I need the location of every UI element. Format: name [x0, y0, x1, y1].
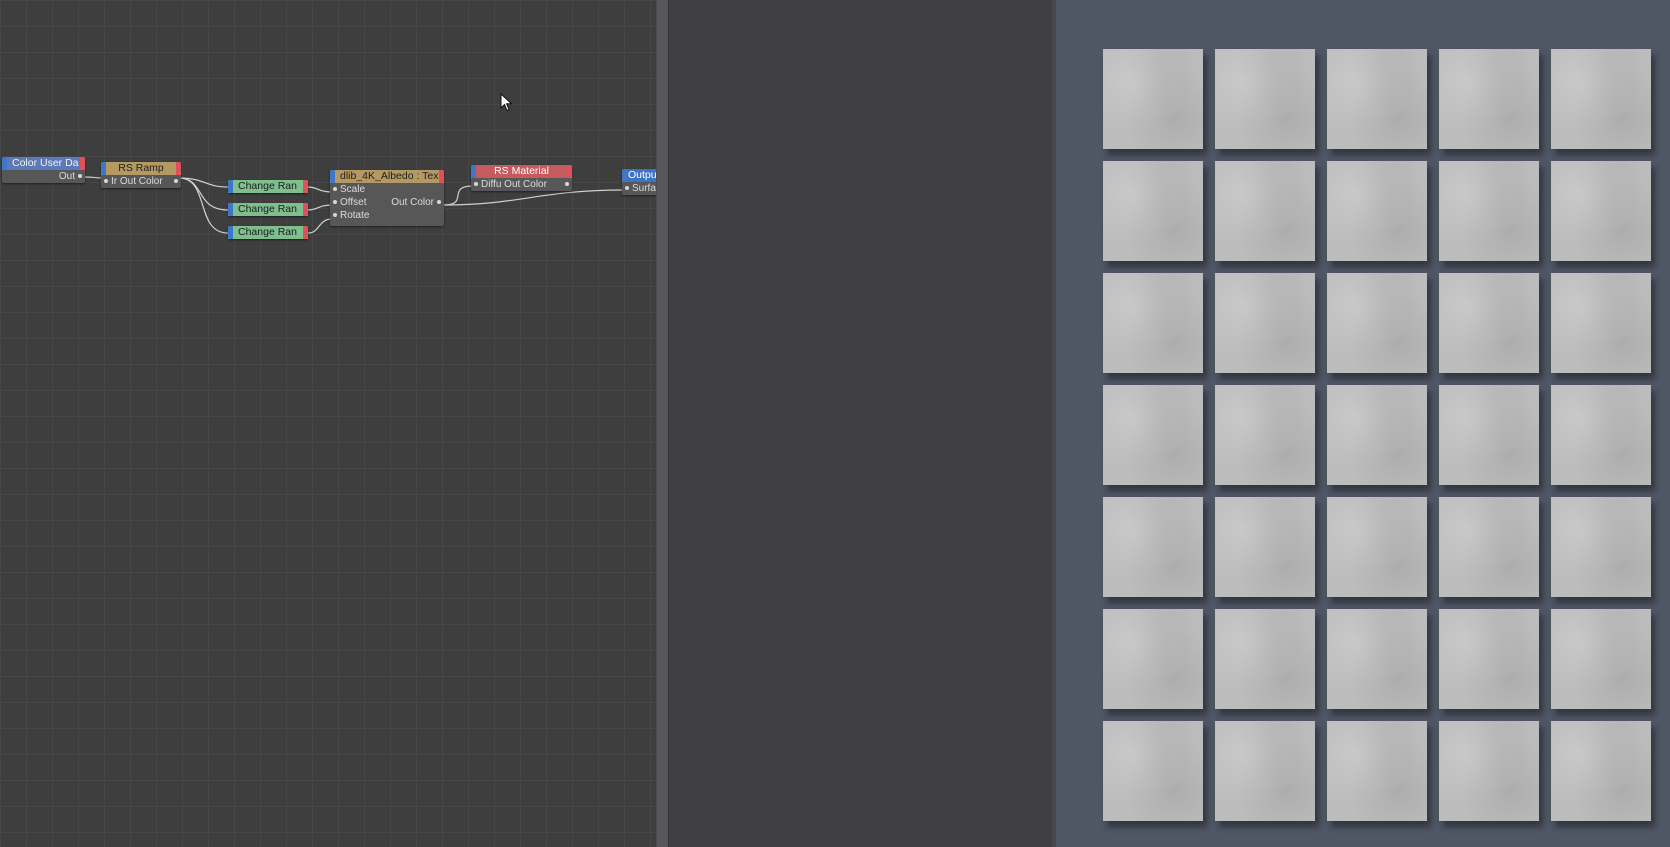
color-user-data-node[interactable]: Color User Da Out — [2, 157, 85, 183]
wire-change-2-to-offset — [307, 204, 333, 211]
output-port[interactable] — [565, 182, 569, 186]
wire-ramp-to-change-2 — [178, 177, 229, 211]
input-port[interactable] — [625, 186, 629, 190]
texture-tile — [1439, 273, 1539, 373]
texture-tile — [1439, 161, 1539, 261]
input-port[interactable] — [474, 182, 478, 186]
texture-tile — [1215, 49, 1315, 149]
node-title: Change Ran — [228, 180, 308, 193]
port-label: Ir Out Color — [111, 176, 163, 187]
input-port-scale[interactable] — [333, 187, 337, 191]
node-title: dlib_4K_Albedo : Tex — [330, 170, 444, 183]
output-label: Out Color — [391, 197, 434, 208]
texture-tile — [1103, 609, 1203, 709]
node-editor[interactable]: Color User Da Out RS Ramp Ir Out Color C… — [0, 0, 656, 847]
port-label: Surfa — [632, 183, 656, 194]
texture-tile — [1551, 721, 1651, 821]
render-viewport[interactable] — [1056, 0, 1670, 847]
texture-tile — [1327, 609, 1427, 709]
texture-tile — [1327, 273, 1427, 373]
texture-tile — [1439, 497, 1539, 597]
input-label-rotate: Rotate — [340, 210, 370, 221]
panel-splitter[interactable] — [656, 0, 669, 847]
input-port-offset[interactable] — [333, 200, 337, 204]
rs-material-node[interactable]: RS Material Diffu Out Color — [471, 165, 572, 191]
texture-tile — [1327, 721, 1427, 821]
texture-tile — [1103, 385, 1203, 485]
texture-node[interactable]: dlib_4K_Albedo : Tex Scale Offset Out Co… — [330, 170, 444, 226]
texture-tile — [1439, 609, 1539, 709]
output-port-label: Out — [58, 171, 75, 182]
texture-tile — [1327, 385, 1427, 485]
texture-tile — [1439, 385, 1539, 485]
input-port-rotate[interactable] — [333, 213, 337, 217]
input-label-scale: Scale — [340, 184, 366, 195]
texture-tile — [1551, 161, 1651, 261]
attribute-panel — [669, 0, 1052, 847]
node-title: RS Material — [471, 165, 572, 178]
port-label: Diffu Out Color — [481, 179, 547, 190]
texture-tile — [1551, 497, 1651, 597]
texture-tile — [1215, 273, 1315, 373]
texture-tile — [1103, 497, 1203, 597]
change-range-node-3[interactable]: Change Ran — [228, 226, 308, 239]
input-port[interactable] — [104, 179, 108, 183]
mouse-pointer-icon — [500, 93, 513, 112]
node-title: Change Ran — [228, 203, 308, 216]
node-title: RS Ramp — [101, 162, 181, 175]
wire-change-3-to-rotate — [307, 218, 333, 234]
texture-tile — [1215, 609, 1315, 709]
wire-change-1-to-scale — [307, 186, 333, 193]
texture-tile — [1327, 497, 1427, 597]
texture-tile — [1439, 49, 1539, 149]
texture-tile — [1215, 161, 1315, 261]
texture-tile — [1551, 385, 1651, 485]
texture-tile — [1103, 721, 1203, 821]
texture-tile — [1215, 721, 1315, 821]
wire-ramp-to-change-1 — [178, 177, 229, 188]
node-connections — [83, 176, 625, 234]
texture-tile — [1327, 161, 1427, 261]
texture-tile — [1439, 721, 1539, 821]
output-port[interactable] — [78, 174, 82, 178]
output-port[interactable] — [437, 200, 441, 204]
wire-texture-to-output — [443, 189, 625, 206]
texture-tile — [1551, 273, 1651, 373]
texture-tile — [1551, 49, 1651, 149]
texture-tile — [1103, 49, 1203, 149]
output-node[interactable]: Outpu Surfa — [622, 169, 656, 195]
texture-tile — [1103, 273, 1203, 373]
texture-tile — [1215, 497, 1315, 597]
change-range-node-2[interactable]: Change Ran — [228, 203, 308, 216]
texture-tile — [1327, 49, 1427, 149]
input-label-offset: Offset — [340, 197, 367, 208]
texture-tile — [1215, 385, 1315, 485]
node-title: Color User Da — [2, 157, 85, 170]
wire-ramp-to-change-3 — [178, 177, 229, 234]
texture-tile — [1551, 609, 1651, 709]
rs-ramp-node[interactable]: RS Ramp Ir Out Color — [101, 162, 181, 188]
node-title: Change Ran — [228, 226, 308, 239]
output-port[interactable] — [174, 179, 178, 183]
change-range-node-1[interactable]: Change Ran — [228, 180, 308, 193]
node-title: Outpu — [622, 169, 656, 182]
texture-tile — [1103, 161, 1203, 261]
